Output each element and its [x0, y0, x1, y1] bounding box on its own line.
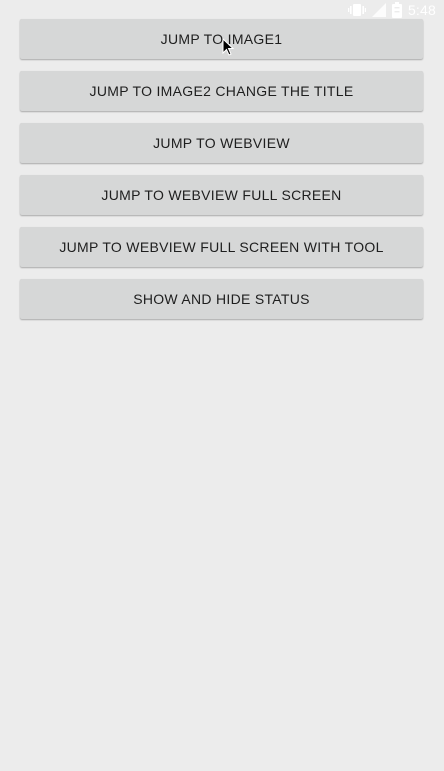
show-and-hide-status-button[interactable]: SHOW AND HIDE STATUS: [20, 279, 423, 319]
signal-icon: [371, 3, 386, 17]
jump-to-webview-full-screen-button[interactable]: JUMP TO WEBVIEW FULL SCREEN: [20, 175, 423, 215]
status-icons: 5:48: [347, 1, 436, 19]
vibrate-icon: [347, 3, 366, 17]
jump-to-webview-full-screen-with-tool-button[interactable]: JUMP TO WEBVIEW FULL SCREEN WITH TOOL: [20, 227, 423, 267]
jump-to-image2-change-title-button[interactable]: JUMP TO IMAGE2 CHANGE THE TITLE: [20, 71, 423, 111]
battery-icon: [391, 2, 402, 18]
button-list: JUMP TO IMAGE1 JUMP TO IMAGE2 CHANGE THE…: [20, 19, 423, 331]
jump-to-image1-button[interactable]: JUMP TO IMAGE1: [20, 19, 423, 59]
status-bar: 5:48: [0, 0, 444, 20]
status-time: 5:48: [407, 2, 436, 18]
jump-to-webview-button[interactable]: JUMP TO WEBVIEW: [20, 123, 423, 163]
